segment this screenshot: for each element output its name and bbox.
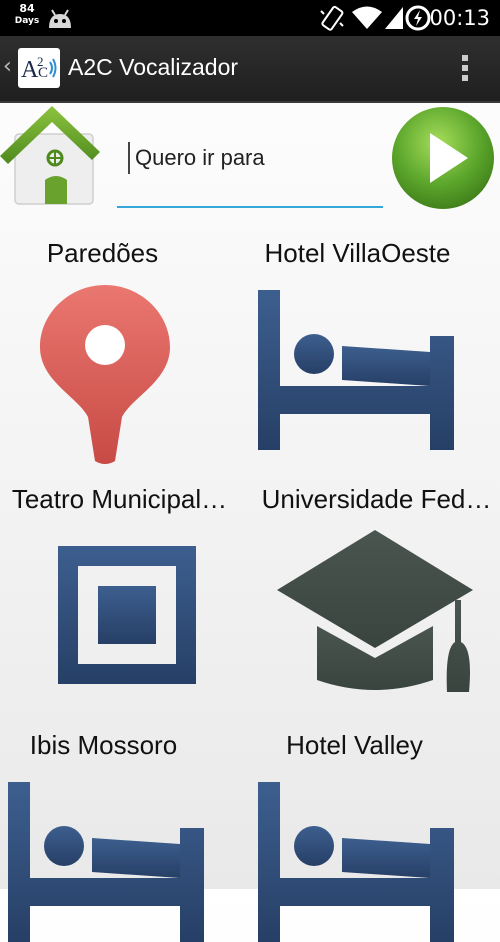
graduation-cap-icon[interactable] xyxy=(277,530,473,692)
signal-icon xyxy=(385,7,403,29)
app-logo-icon: A 2 C xyxy=(21,54,57,83)
phrase-input[interactable]: Quero ir para xyxy=(117,136,383,208)
tile-label-universidade: Universidade Fed… xyxy=(261,484,492,514)
map-pin-icon[interactable] xyxy=(40,285,170,467)
phrase-text: Quero ir para xyxy=(135,145,265,170)
days-badge: 84 Days xyxy=(13,3,41,27)
text-cursor xyxy=(128,142,130,174)
days-count: 84 xyxy=(19,2,35,15)
play-button[interactable] xyxy=(390,105,496,211)
hotel-bed-icon[interactable] xyxy=(258,782,454,942)
tile-label-teatro-municipal: Teatro Municipal… xyxy=(11,484,228,514)
overflow-menu-icon[interactable] xyxy=(460,53,470,85)
app-title: A2C Vocalizador xyxy=(68,54,239,80)
home-icon xyxy=(0,106,100,205)
wifi-icon xyxy=(352,6,382,29)
hotel-bed-icon[interactable] xyxy=(258,290,454,450)
status-time: 00:13 xyxy=(429,6,490,30)
home-button[interactable] xyxy=(0,104,100,210)
days-label: Days xyxy=(14,16,40,26)
tile-label-hotel-valley: Hotel Valley xyxy=(286,730,423,760)
play-icon xyxy=(392,107,494,209)
tile-label-hotel-villaoeste: Hotel VillaOeste xyxy=(264,238,451,268)
android-icon xyxy=(49,9,71,28)
svg-text:C: C xyxy=(38,65,48,81)
hotel-bed-icon[interactable] xyxy=(8,782,204,942)
action-bar: ‹ A 2 C A2C Vocalizador xyxy=(0,36,500,103)
square-frame-icon[interactable] xyxy=(58,546,196,684)
app-logo[interactable]: A 2 C xyxy=(18,48,60,88)
status-bar: 84 Days 00:13 xyxy=(0,0,500,36)
battery-charging-icon xyxy=(405,5,431,31)
vibrate-icon xyxy=(320,5,344,31)
tile-label-ibis-mossoro: Ibis Mossoro xyxy=(29,730,178,760)
up-caret-icon[interactable]: ‹ xyxy=(3,54,12,79)
tile-label-paredoes: Paredões xyxy=(46,238,159,268)
